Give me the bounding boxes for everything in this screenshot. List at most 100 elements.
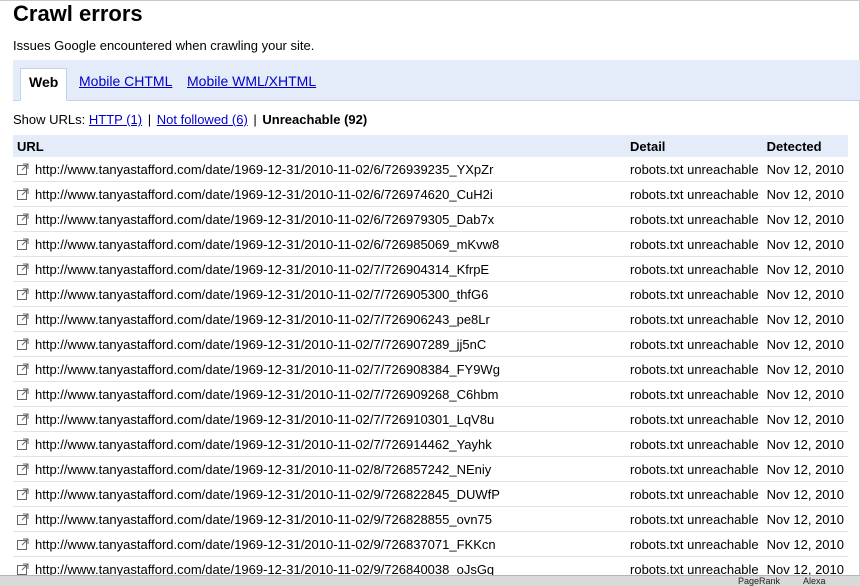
- external-link-icon[interactable]: [17, 538, 29, 550]
- external-link-icon[interactable]: [17, 263, 29, 275]
- detail-cell: robots.txt unreachable: [626, 306, 763, 332]
- url-text: http://www.tanyastafford.com/date/1969-1…: [35, 411, 495, 427]
- url-text: http://www.tanyastafford.com/date/1969-1…: [35, 186, 493, 202]
- table-row: http://www.tanyastafford.com/date/1969-1…: [13, 256, 848, 282]
- column-header-detail[interactable]: Detail: [626, 135, 763, 157]
- detail-cell: robots.txt unreachable: [626, 356, 763, 382]
- detected-cell: Nov 12, 2010: [762, 456, 848, 482]
- external-link-icon[interactable]: [17, 238, 29, 250]
- tab-mobile-wml-xhtml[interactable]: Mobile WML/XHTML: [181, 68, 322, 99]
- table-body: http://www.tanyastafford.com/date/1969-1…: [13, 157, 848, 582]
- url-text: http://www.tanyastafford.com/date/1969-1…: [35, 261, 490, 277]
- url-cell: http://www.tanyastafford.com/date/1969-1…: [13, 281, 627, 307]
- filter-separator: |: [147, 112, 152, 127]
- detected-cell: Nov 12, 2010: [762, 256, 848, 282]
- url-text: http://www.tanyastafford.com/date/1969-1…: [35, 361, 500, 377]
- url-text: http://www.tanyastafford.com/date/1969-1…: [35, 311, 490, 327]
- url-text: http://www.tanyastafford.com/date/1969-1…: [35, 536, 496, 552]
- detected-cell: Nov 12, 2010: [762, 206, 848, 232]
- detail-cell: robots.txt unreachable: [626, 157, 763, 182]
- url-text: http://www.tanyastafford.com/date/1969-1…: [35, 386, 499, 402]
- external-link-icon[interactable]: [17, 438, 29, 450]
- url-cell: http://www.tanyastafford.com/date/1969-1…: [13, 456, 627, 482]
- external-link-icon[interactable]: [17, 213, 29, 225]
- detected-cell: Nov 12, 2010: [762, 231, 848, 257]
- table-row: http://www.tanyastafford.com/date/1969-1…: [13, 356, 848, 382]
- detected-cell: Nov 12, 2010: [762, 281, 848, 307]
- table-row: http://www.tanyastafford.com/date/1969-1…: [13, 306, 848, 332]
- table-row: http://www.tanyastafford.com/date/1969-1…: [13, 206, 848, 232]
- table-row: http://www.tanyastafford.com/date/1969-1…: [13, 231, 848, 257]
- column-header-detected[interactable]: Detected: [763, 135, 848, 157]
- table-row: http://www.tanyastafford.com/date/1969-1…: [13, 406, 848, 432]
- page-subtitle: Issues Google encountered when crawling …: [13, 38, 315, 53]
- table-row: http://www.tanyastafford.com/date/1969-1…: [13, 157, 848, 182]
- detail-cell: robots.txt unreachable: [626, 506, 763, 532]
- external-link-icon[interactable]: [17, 313, 29, 325]
- url-cell: http://www.tanyastafford.com/date/1969-1…: [13, 531, 627, 557]
- filter-not-followed-link[interactable]: Not followed (6): [157, 112, 248, 127]
- filter-separator: |: [253, 112, 257, 127]
- detected-cell: Nov 12, 2010: [762, 431, 848, 457]
- url-cell: http://www.tanyastafford.com/date/1969-1…: [13, 181, 627, 207]
- table-row: http://www.tanyastafford.com/date/1969-1…: [13, 506, 848, 532]
- detected-cell: Nov 12, 2010: [762, 406, 848, 432]
- detected-cell: Nov 12, 2010: [762, 506, 848, 532]
- detail-cell: robots.txt unreachable: [626, 481, 763, 507]
- external-link-icon[interactable]: [17, 463, 29, 475]
- url-text: http://www.tanyastafford.com/date/1969-1…: [35, 236, 500, 252]
- table-row: http://www.tanyastafford.com/date/1969-1…: [13, 456, 848, 482]
- page-title: Crawl errors: [13, 1, 143, 26]
- external-link-icon[interactable]: [17, 388, 29, 400]
- url-text: http://www.tanyastafford.com/date/1969-1…: [35, 286, 489, 302]
- table-row: http://www.tanyastafford.com/date/1969-1…: [13, 381, 848, 407]
- detail-cell: robots.txt unreachable: [626, 431, 763, 457]
- table-row: http://www.tanyastafford.com/date/1969-1…: [13, 481, 848, 507]
- detected-cell: Nov 12, 2010: [762, 306, 848, 332]
- url-text: http://www.tanyastafford.com/date/1969-1…: [35, 436, 492, 452]
- external-link-icon[interactable]: [17, 563, 29, 575]
- tab-bar: Web Mobile CHTML Mobile WML/XHTML: [13, 60, 860, 101]
- detail-cell: robots.txt unreachable: [626, 531, 763, 557]
- filter-prefix: Show URLs:: [13, 112, 86, 127]
- tab-mobile-chtml[interactable]: Mobile CHTML: [73, 68, 178, 99]
- detected-cell: Nov 12, 2010: [762, 531, 848, 557]
- crawl-errors-table: URL Detail Detected http://www.tanyastaf…: [13, 135, 848, 582]
- detail-cell: robots.txt unreachable: [626, 256, 763, 282]
- url-cell: http://www.tanyastafford.com/date/1969-1…: [13, 157, 627, 182]
- url-cell: http://www.tanyastafford.com/date/1969-1…: [13, 256, 627, 282]
- url-cell: http://www.tanyastafford.com/date/1969-1…: [13, 206, 627, 232]
- detail-cell: robots.txt unreachable: [626, 331, 763, 357]
- url-cell: http://www.tanyastafford.com/date/1969-1…: [13, 406, 627, 432]
- url-text: http://www.tanyastafford.com/date/1969-1…: [35, 161, 494, 177]
- url-cell: http://www.tanyastafford.com/date/1969-1…: [13, 231, 627, 257]
- url-text: http://www.tanyastafford.com/date/1969-1…: [35, 461, 492, 477]
- url-cell: http://www.tanyastafford.com/date/1969-1…: [13, 431, 627, 457]
- table-row: http://www.tanyastafford.com/date/1969-1…: [13, 431, 848, 457]
- filter-http-link[interactable]: HTTP (1): [89, 112, 142, 127]
- external-link-icon[interactable]: [17, 363, 29, 375]
- detail-cell: robots.txt unreachable: [626, 206, 763, 232]
- url-cell: http://www.tanyastafford.com/date/1969-1…: [13, 356, 627, 382]
- detail-cell: robots.txt unreachable: [626, 381, 763, 407]
- url-text: http://www.tanyastafford.com/date/1969-1…: [35, 486, 500, 502]
- detected-cell: Nov 12, 2010: [762, 331, 848, 357]
- url-filter-bar: Show URLs: HTTP (1) | Not followed (6) |…: [13, 112, 367, 127]
- external-link-icon[interactable]: [17, 488, 29, 500]
- external-link-icon[interactable]: [17, 413, 29, 425]
- url-cell: http://www.tanyastafford.com/date/1969-1…: [13, 506, 627, 532]
- external-link-icon[interactable]: [17, 513, 29, 525]
- detected-cell: Nov 12, 2010: [762, 356, 848, 382]
- external-link-icon[interactable]: [17, 288, 29, 300]
- external-link-icon[interactable]: [17, 338, 29, 350]
- external-link-icon[interactable]: [17, 163, 29, 175]
- detail-cell: robots.txt unreachable: [626, 406, 763, 432]
- column-header-url[interactable]: URL: [13, 135, 626, 157]
- external-link-icon[interactable]: [17, 188, 29, 200]
- filter-unreachable-current: Unreachable (92): [262, 112, 368, 127]
- detail-cell: robots.txt unreachable: [626, 456, 763, 482]
- table-row: http://www.tanyastafford.com/date/1969-1…: [13, 281, 848, 307]
- table-row: http://www.tanyastafford.com/date/1969-1…: [13, 531, 848, 557]
- table-header-row: URL Detail Detected: [13, 135, 848, 157]
- tab-web[interactable]: Web: [20, 68, 68, 101]
